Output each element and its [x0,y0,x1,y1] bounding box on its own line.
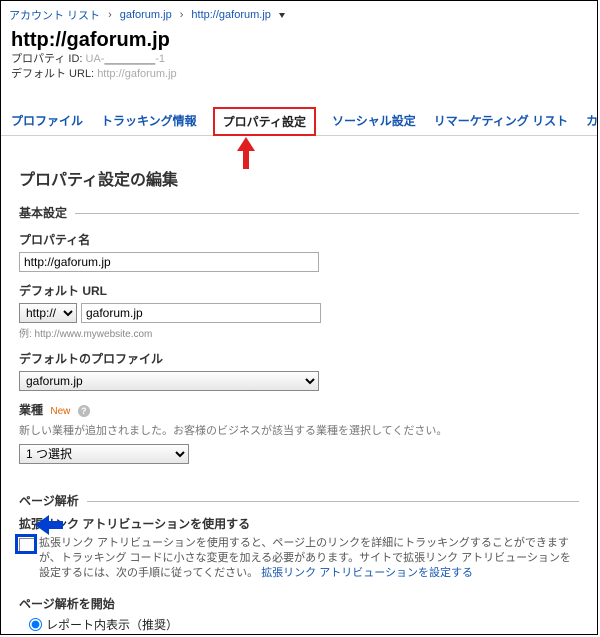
property-name-input[interactable] [19,252,319,272]
section-page-analysis: ページ解析 [19,492,579,509]
label-enhanced-attr: 拡張リンク アトリビューションを使用する [19,515,579,532]
breadcrumb-profile[interactable]: http://gaforum.jp [191,9,271,21]
panel-heading: プロパティ設定の編集 [19,166,579,190]
tab-profile[interactable]: プロファイル [9,106,85,135]
callout-arrow-icon [237,137,255,169]
label-default-profile: デフォルトのプロファイル [19,350,579,367]
label-property-name: プロパティ名 [19,231,579,248]
enhanced-attr-link[interactable]: 拡張リンク アトリビューションを設定する [261,567,473,579]
default-url-line: デフォルト URL: http://gaforum.jp [11,67,587,82]
label-start-analysis: ページ解析を開始 [19,595,579,612]
breadcrumb: アカウント リスト › gaforum.jp › http://gaforum.… [1,1,597,27]
breadcrumb-property[interactable]: gaforum.jp [120,9,172,21]
help-icon[interactable]: ? [78,405,90,417]
breadcrumb-account-list[interactable]: アカウント リスト [9,7,100,23]
breadcrumb-sep: › [176,9,188,21]
radio-in-report[interactable]: レポート内表示（推奨） [29,616,579,633]
protocol-select[interactable]: http:// [19,303,77,323]
enhanced-attr-desc: 拡張リンク アトリビューションを使用すると、ページ上のリンクを詳細にトラッキング… [39,536,579,581]
tabs: プロファイル トラッキング情報 プロパティ設定 ソーシャル設定 リマーケティング… [1,106,597,136]
enhanced-attr-checkbox[interactable] [19,538,35,554]
label-industry: 業種 New ? [19,401,579,418]
tab-social[interactable]: ソーシャル設定 [330,106,418,135]
breadcrumb-sep: › [104,9,116,21]
default-profile-select[interactable]: gaforum.jp [19,371,319,391]
new-badge: New [50,406,70,417]
label-default-url: デフォルト URL [19,282,579,299]
page-title: http://gaforum.jp [11,29,587,52]
radio-in-report-input[interactable] [29,618,42,631]
industry-desc: 新しい業種が追加されました。お客様のビジネスが該当する業種を選択してください。 [19,422,579,438]
default-url-input[interactable] [81,303,321,323]
section-basic: 基本設定 [19,204,579,221]
chevron-down-icon[interactable] [279,13,285,18]
tab-tracking[interactable]: トラッキング情報 [99,106,199,135]
tab-custom[interactable]: カスタム定義 [584,106,598,135]
radio-new-window[interactable]: 新規ウィンドウ表示 [29,633,579,635]
default-url-hint: 例: http://www.mywebsite.com [19,325,579,340]
tab-property-settings[interactable]: プロパティ設定 [213,107,316,136]
property-id-line: プロパティ ID: UA-▁▁▁▁▁▁-1 [11,52,587,67]
industry-select[interactable]: 1 つ選択 [19,444,189,464]
tab-remarketing[interactable]: リマーケティング リスト [432,106,570,135]
